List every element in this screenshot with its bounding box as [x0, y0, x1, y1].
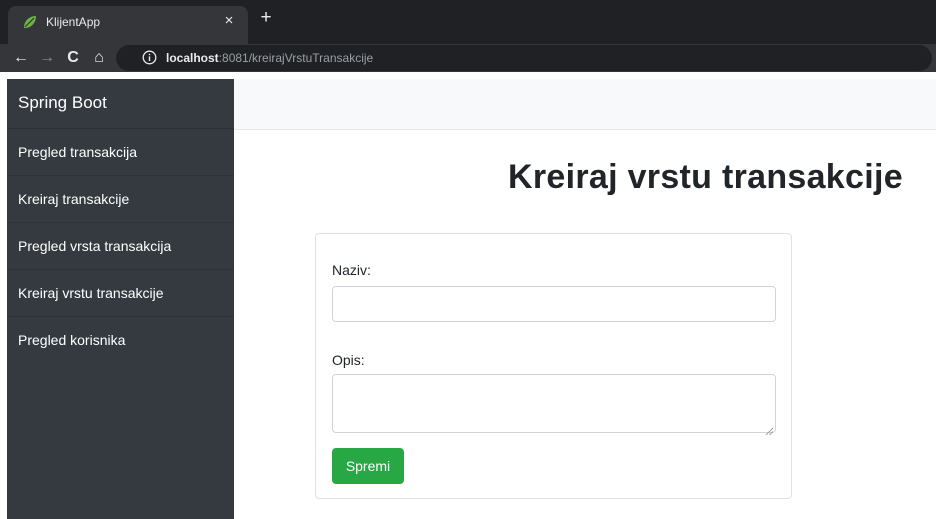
top-navbar [234, 79, 936, 130]
save-button[interactable]: Spremi [332, 448, 404, 484]
url-path: :8081/kreirajVrstuTransakcije [218, 51, 374, 65]
plus-icon[interactable]: + [256, 8, 276, 28]
close-icon[interactable]: × [220, 12, 238, 30]
resize-grip-icon[interactable] [765, 422, 774, 436]
naziv-input[interactable] [332, 286, 776, 322]
opis-label: Opis: [332, 352, 365, 368]
sidebar-item-kreiraj-vrstu-transakcije[interactable]: Kreiraj vrstu transakcije [7, 270, 234, 317]
spring-leaf-icon [22, 14, 38, 30]
opis-textarea[interactable] [332, 374, 776, 436]
info-icon[interactable] [142, 50, 157, 65]
reload-icon[interactable]: C [62, 48, 84, 68]
home-icon[interactable]: ⌂ [88, 48, 110, 68]
sidebar-item-pregled-transakcija[interactable]: Pregled transakcija [7, 129, 234, 176]
browser-tab[interactable]: KlijentApp × [8, 6, 248, 44]
back-arrow-icon[interactable]: ← [10, 48, 32, 68]
form-card: Naziv: Opis: Spremi [315, 233, 792, 499]
address-bar[interactable]: localhost:8081/kreirajVrstuTransakcije [116, 45, 932, 71]
url-host: localhost [166, 51, 219, 65]
naziv-label: Naziv: [332, 262, 371, 278]
url-text: localhost:8081/kreirajVrstuTransakcije [166, 51, 373, 65]
sidebar: Spring Boot Pregled transakcija Kreiraj … [7, 79, 234, 519]
browser-toolbar: ← → C ⌂ localhost:8081/kreirajVrstuTrans… [0, 44, 936, 72]
sidebar-item-pregled-vrsta-transakcija[interactable]: Pregled vrsta transakcija [7, 223, 234, 270]
sidebar-brand[interactable]: Spring Boot [7, 79, 234, 129]
tab-title: KlijentApp [46, 15, 101, 29]
browser-tab-strip: KlijentApp × + [0, 0, 936, 44]
sidebar-item-kreiraj-transakcije[interactable]: Kreiraj transakcije [7, 176, 234, 223]
sidebar-item-pregled-korisnika[interactable]: Pregled korisnika [7, 317, 234, 364]
page-title: Kreiraj vrstu transakcije [508, 158, 903, 196]
forward-arrow-icon[interactable]: → [36, 48, 58, 68]
